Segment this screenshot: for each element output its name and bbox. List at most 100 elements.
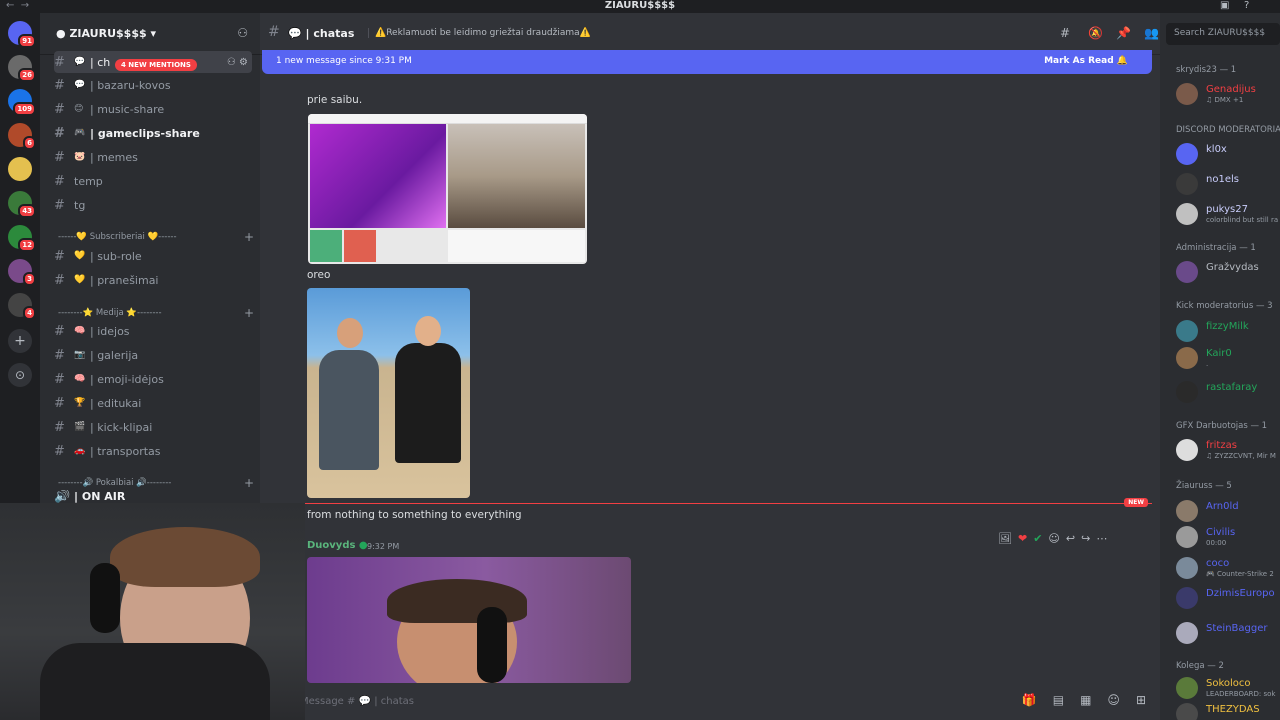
member-item[interactable]: Genadijus ♫ DMX +1 <box>1176 81 1280 107</box>
help-icon[interactable]: ? <box>1244 0 1249 11</box>
server-icon[interactable]: 109 <box>8 89 36 116</box>
chat-area: # 💬 | chatas ⚠️Reklamuoti be leidimo gri… <box>260 13 1160 720</box>
channel-topic[interactable]: ⚠️Reklamuoti be leidimo griežtai draudži… <box>368 28 591 38</box>
reaction-emoji-icon[interactable]: 🖼 <box>998 532 1012 545</box>
channel-gameclips-share[interactable]: # 🎮 | gameclips-share <box>54 122 252 144</box>
channel-settings-icon[interactable]: ⚇ ⚙ <box>227 57 248 68</box>
hash-icon: # <box>54 371 65 387</box>
member-item[interactable]: fritzas ♫ ZYZZCVNT, Mir M <box>1176 437 1280 463</box>
member-name: Genadijus <box>1206 84 1256 95</box>
add-server-icon[interactable]: + <box>8 329 32 353</box>
server-header[interactable]: ● ZIAURU$$$$ ▾ ⚇ <box>40 13 260 55</box>
server-icon[interactable]: 43 <box>8 191 36 218</box>
new-messages-bar[interactable]: 1 new message since 9:31 PM Mark As Read… <box>262 50 1152 74</box>
member-item[interactable]: Gražvydas <box>1176 259 1280 285</box>
channel-temp[interactable]: # temp <box>54 170 252 192</box>
server-icon[interactable]: 91 <box>8 21 36 48</box>
server-icon[interactable]: 3 <box>8 259 36 286</box>
gif-icon[interactable]: ▤ <box>1053 693 1064 707</box>
server-icon[interactable]: 4 <box>8 293 36 320</box>
message-author[interactable]: Duovyds ● <box>307 540 368 551</box>
member-item[interactable]: Kair0. <box>1176 345 1280 371</box>
member-status: 00:00 <box>1206 539 1227 547</box>
search-input[interactable]: Search ZIAURU$$$$ <box>1166 23 1280 45</box>
reaction-check-icon[interactable]: ✔ <box>1033 532 1042 545</box>
threads-icon[interactable]: # <box>1060 26 1070 40</box>
reply-icon[interactable]: ↩ <box>1066 532 1075 545</box>
emoji-icon[interactable]: ☺ <box>1107 693 1120 707</box>
forward-icon[interactable]: ↪ <box>1081 532 1090 545</box>
hash-icon: # <box>54 173 65 189</box>
message-image-screenshot[interactable] <box>308 114 587 264</box>
pin-icon[interactable]: 📌 <box>1116 26 1131 40</box>
member-group-header: Žiauruss — 5 <box>1176 481 1232 491</box>
member-name: rastafaray <box>1206 382 1258 393</box>
member-item[interactable]: kl0x <box>1176 141 1280 167</box>
message-image-beach[interactable] <box>307 288 470 498</box>
member-item[interactable]: fizzyMilk <box>1176 318 1280 344</box>
more-options-icon[interactable]: ⋯ <box>1096 532 1107 545</box>
add-channel-icon[interactable]: + <box>244 306 254 320</box>
category-medija[interactable]: --------⭐ Medija ⭐-------- + <box>58 306 254 320</box>
reaction-heart-icon[interactable]: ❤ <box>1018 532 1027 545</box>
channel-emoji-idejos[interactable]: # 🧠 | emoji-idėjos <box>54 368 252 390</box>
channel-pranesimai[interactable]: # 💛 | pranešimai <box>54 269 252 291</box>
new-mentions-pill[interactable]: 4 NEW MENTIONS <box>115 59 197 71</box>
category-pokalbiai[interactable]: --------🔊 Pokalbiai 🔊-------- + <box>58 476 254 490</box>
add-reaction-icon[interactable]: ☺ <box>1048 532 1059 545</box>
message-text: prie saibu. <box>307 94 363 106</box>
channel-editukai[interactable]: # 🏆 | editukai <box>54 392 252 414</box>
message-composer[interactable]: Message # 💬 | chatas 🎁 ▤ ▦ ☺ ⊞ <box>300 689 1152 713</box>
channel-music-share[interactable]: # 😊 | music-share <box>54 98 252 120</box>
server-icon[interactable]: 12 <box>8 225 36 252</box>
server-icon[interactable] <box>8 157 32 181</box>
avatar <box>1176 83 1198 105</box>
member-item[interactable]: no1els <box>1176 171 1280 197</box>
member-list-icon[interactable]: 👥 <box>1144 26 1159 40</box>
channel-label: | transportas <box>90 444 161 458</box>
mention-badge: 26 <box>18 68 36 82</box>
channel-emoji: 💛 <box>74 251 86 261</box>
apps-icon[interactable]: ⊞ <box>1136 693 1146 707</box>
member-item[interactable]: pukys27 colorblind but still ra <box>1176 201 1280 227</box>
channel-sub-role[interactable]: # 💛 | sub-role <box>54 245 252 267</box>
gift-icon[interactable]: 🎁 <box>1022 693 1037 707</box>
member-status: ♫ ZYZZCVNT, Mir M <box>1206 452 1276 460</box>
hash-icon: # <box>54 149 65 165</box>
add-member-icon[interactable]: ⚇ <box>237 26 248 40</box>
mention-badge: 43 <box>18 204 36 218</box>
member-item[interactable]: THEZYDAS <box>1176 701 1280 720</box>
category-subscriberiai[interactable]: ------💛 Subscriberiai 💛------ + <box>58 230 254 244</box>
server-icon[interactable]: 26 <box>8 55 36 82</box>
member-item[interactable]: SteinBagger <box>1176 620 1280 646</box>
channel-transportas[interactable]: # 🚗 | transportas <box>54 440 252 462</box>
message-input[interactable]: Message # 💬 | chatas <box>300 696 414 707</box>
channel-idejos[interactable]: # 🧠 | idejos <box>54 320 252 342</box>
member-group-header: Kick moderatorius — 3 <box>1176 301 1273 311</box>
channel-bazaru-kovos[interactable]: # 💬 | bazaru-kovos <box>54 74 252 96</box>
member-item[interactable]: coco 🎮 Counter-Strike 2 <box>1176 555 1280 581</box>
member-item[interactable]: Sokoloco LEADERBOARD: sok <box>1176 675 1280 701</box>
window-titlebar: ← → ZIAURU$$$$ ▣ ? <box>0 0 1280 13</box>
server-icon[interactable]: 6 <box>8 123 36 150</box>
avatar <box>1176 557 1198 579</box>
member-item[interactable]: rastafaray <box>1176 379 1280 405</box>
mute-bell-icon[interactable]: 🔕 <box>1088 26 1103 40</box>
message-image-selfie[interactable] <box>307 557 631 683</box>
channel-galerija[interactable]: # 📷 | galerija <box>54 344 252 366</box>
member-item[interactable]: Civilis 00:00 <box>1176 524 1280 550</box>
channel-label: | editukai <box>90 396 142 410</box>
member-item[interactable]: DzimisEuropo <box>1176 585 1280 611</box>
add-channel-icon[interactable]: + <box>244 230 254 244</box>
sticker-icon[interactable]: ▦ <box>1080 693 1091 707</box>
voice-channel-on-air[interactable]: 🔊 | ON AIR <box>54 490 252 503</box>
mark-as-read-button[interactable]: Mark As Read 🔔 <box>1044 56 1128 66</box>
channel-topbar: # 💬 | chatas ⚠️Reklamuoti be leidimo gri… <box>260 13 1160 55</box>
channel-tg[interactable]: # tg <box>54 194 252 216</box>
channel-kick-klipai[interactable]: # 🎬 | kick-klipai <box>54 416 252 438</box>
inbox-icon[interactable]: ▣ <box>1220 0 1229 11</box>
discover-icon[interactable]: ⊙ <box>8 363 32 387</box>
channel-memes[interactable]: # 🐷 | memes <box>54 146 252 168</box>
member-item[interactable]: Arn0ld <box>1176 498 1280 524</box>
add-channel-icon[interactable]: + <box>244 476 254 490</box>
